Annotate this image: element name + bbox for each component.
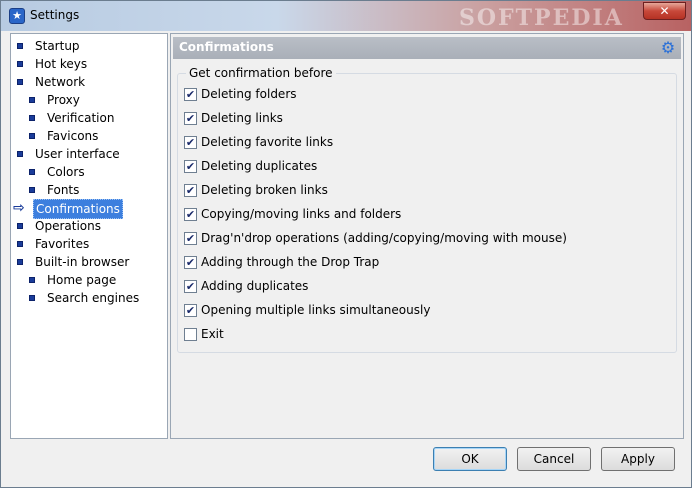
checkbox[interactable]: ✔ xyxy=(184,280,197,293)
bullet-icon xyxy=(17,79,23,85)
tree-item-label: Search engines xyxy=(47,291,140,305)
gear-icon[interactable]: ⚙ xyxy=(659,39,677,57)
bullet-icon xyxy=(29,169,35,175)
bullet-icon xyxy=(17,223,23,229)
checkbox-label: Deleting duplicates xyxy=(201,159,318,173)
checkbox-label: Opening multiple links simultaneously xyxy=(201,303,431,317)
checkbox-label: Copying/moving links and folders xyxy=(201,207,402,221)
checkbox[interactable]: ✔ xyxy=(184,136,197,149)
checkbox[interactable] xyxy=(184,328,197,341)
settings-window: ★ Settings SOFTPEDIA ✕ Startup Hot keys Ne… xyxy=(0,0,692,488)
checkbox[interactable]: ✔ xyxy=(184,184,197,197)
bullet-icon xyxy=(17,151,23,157)
tree-item-label: Confirmations xyxy=(33,199,123,219)
tree-item-label: Startup xyxy=(35,39,80,53)
tree-item-label: User interface xyxy=(35,147,120,161)
settings-tree[interactable]: Startup Hot keys Network Proxy Verification F… xyxy=(10,33,168,439)
tree-item-label: Network xyxy=(35,75,86,89)
tree-item-label: Home page xyxy=(47,273,117,287)
arrow-right-icon: ⇨ xyxy=(13,200,25,216)
checkbox-label: Deleting links xyxy=(201,111,283,125)
tree-item-label: Operations xyxy=(35,219,101,233)
window-title: Settings xyxy=(30,8,80,22)
tree-item-label: Fonts xyxy=(47,183,80,197)
cancel-button[interactable]: Cancel xyxy=(517,447,591,471)
tree-item-label: Favicons xyxy=(47,129,99,143)
checkbox-label: Adding duplicates xyxy=(201,279,309,293)
bullet-icon xyxy=(29,97,35,103)
settings-panel: Confirmations ⚙ Get confirmation before … xyxy=(170,33,684,439)
bullet-icon xyxy=(17,259,23,265)
checkbox-label: Drag'n'drop operations (adding/copying/m… xyxy=(201,231,567,245)
panel-title: Confirmations xyxy=(179,40,274,54)
checkbox[interactable]: ✔ xyxy=(184,88,197,101)
confirmation-group: Get confirmation before ✔ Deleting folder… xyxy=(177,66,677,353)
tree-item-label: Colors xyxy=(47,165,85,179)
bullet-icon xyxy=(17,43,23,49)
checkbox[interactable]: ✔ xyxy=(184,256,197,269)
tree-item-label: Hot keys xyxy=(35,57,88,71)
bullet-icon xyxy=(17,241,23,247)
tree-item-label: Favorites xyxy=(35,237,90,251)
group-label: Get confirmation before xyxy=(186,66,336,80)
checkbox-label: Adding through the Drop Trap xyxy=(201,255,380,269)
bullet-icon xyxy=(29,115,35,121)
checkbox[interactable]: ✔ xyxy=(184,160,197,173)
ok-button[interactable]: OK xyxy=(433,447,507,471)
checkbox[interactable]: ✔ xyxy=(184,304,197,317)
checkbox[interactable]: ✔ xyxy=(184,112,197,125)
checkbox-label: Exit xyxy=(201,327,224,341)
apply-button[interactable]: Apply xyxy=(601,447,675,471)
checkbox-label: Deleting broken links xyxy=(201,183,328,197)
close-button[interactable]: ✕ xyxy=(643,2,686,20)
bullet-icon xyxy=(29,295,35,301)
tree-item-label: Built-in browser xyxy=(35,255,130,269)
tree-item-label: Proxy xyxy=(47,93,80,107)
bullet-icon xyxy=(29,187,35,193)
watermark: SOFTPEDIA xyxy=(459,5,624,31)
checkbox[interactable]: ✔ xyxy=(184,232,197,245)
checkbox[interactable]: ✔ xyxy=(184,208,197,221)
bullet-icon xyxy=(17,61,23,67)
title-bar[interactable]: ★ Settings SOFTPEDIA ✕ xyxy=(1,1,691,31)
tree-item-label: Verification xyxy=(47,111,115,125)
dialog-body: Startup Hot keys Network Proxy Verification F… xyxy=(8,31,686,482)
panel-header: Confirmations ⚙ xyxy=(173,37,681,59)
bullet-icon xyxy=(29,133,35,139)
checkbox-label: Deleting favorite links xyxy=(201,135,334,149)
star-icon: ★ xyxy=(9,8,25,24)
bullet-icon xyxy=(29,277,35,283)
checkbox-label: Deleting folders xyxy=(201,87,297,101)
